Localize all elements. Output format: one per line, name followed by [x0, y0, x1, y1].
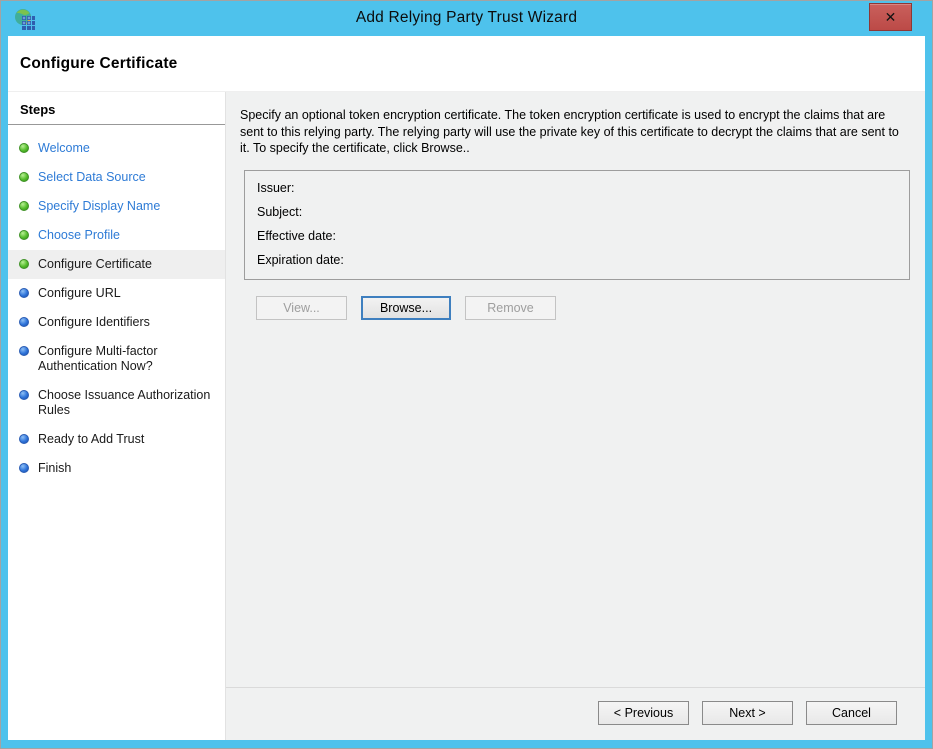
- sidebar-item-configure-url: Configure URL: [8, 279, 225, 308]
- close-icon: ✕: [885, 9, 897, 26]
- certificate-field-effective-date: Effective date:: [257, 224, 899, 248]
- step-upcoming-icon: [19, 434, 29, 444]
- previous-button[interactable]: < Previous: [598, 701, 689, 725]
- wizard-body: Configure Certificate Steps Welcome Sele…: [8, 36, 925, 740]
- titlebar: Add Relying Party Trust Wizard ✕: [1, 1, 932, 36]
- step-label: Configure URL: [38, 286, 121, 301]
- next-button[interactable]: Next >: [702, 701, 793, 725]
- step-upcoming-icon: [19, 346, 29, 356]
- steps-list: Welcome Select Data Source Specify Displ…: [8, 125, 225, 483]
- steps-sidebar: Steps Welcome Select Data Source Specify…: [8, 92, 226, 740]
- step-label: Ready to Add Trust: [38, 432, 144, 447]
- step-completed-icon: [19, 201, 29, 211]
- steps-heading: Steps: [8, 92, 225, 125]
- sidebar-item-configure-mfa: Configure Multi-factor Authentication No…: [8, 337, 225, 381]
- field-label: Issuer:: [257, 181, 295, 195]
- step-label: Specify Display Name: [38, 199, 160, 214]
- browse-button[interactable]: Browse...: [361, 296, 451, 320]
- field-label: Expiration date:: [257, 253, 344, 267]
- field-label: Effective date:: [257, 229, 336, 243]
- content-pane: Specify an optional token encryption cer…: [226, 92, 925, 740]
- wizard-navigation: < Previous Next > Cancel: [226, 688, 925, 740]
- sidebar-item-specify-display-name[interactable]: Specify Display Name: [8, 192, 225, 221]
- close-button[interactable]: ✕: [869, 3, 912, 31]
- sidebar-item-welcome[interactable]: Welcome: [8, 134, 225, 163]
- step-label: Select Data Source: [38, 170, 146, 185]
- step-label: Welcome: [38, 141, 90, 156]
- page-title: Configure Certificate: [20, 55, 178, 73]
- certificate-details-box: Issuer: Subject: Effective date: Expirat…: [244, 170, 910, 280]
- step-label: Configure Identifiers: [38, 315, 150, 330]
- cancel-button[interactable]: Cancel: [806, 701, 897, 725]
- empty-space: [226, 320, 925, 688]
- sidebar-item-finish: Finish: [8, 454, 225, 483]
- step-label: Configure Multi-factor Authentication No…: [38, 344, 217, 374]
- instruction-text: Specify an optional token encryption cer…: [240, 107, 900, 157]
- step-completed-icon: [19, 259, 29, 269]
- sidebar-item-configure-certificate[interactable]: Configure Certificate: [8, 250, 225, 279]
- sidebar-item-choose-profile[interactable]: Choose Profile: [8, 221, 225, 250]
- window-title: Add Relying Party Trust Wizard: [1, 9, 932, 27]
- step-upcoming-icon: [19, 317, 29, 327]
- step-completed-icon: [19, 172, 29, 182]
- remove-button: Remove: [465, 296, 556, 320]
- page-header: Configure Certificate: [8, 36, 925, 92]
- sidebar-item-select-data-source[interactable]: Select Data Source: [8, 163, 225, 192]
- main-area: Steps Welcome Select Data Source Specify…: [8, 92, 925, 740]
- step-label: Choose Profile: [38, 228, 120, 243]
- step-completed-icon: [19, 143, 29, 153]
- step-label: Finish: [38, 461, 71, 476]
- sidebar-item-configure-identifiers: Configure Identifiers: [8, 308, 225, 337]
- view-button: View...: [256, 296, 347, 320]
- wizard-window: Add Relying Party Trust Wizard ✕ Configu…: [0, 0, 933, 749]
- step-label: Configure Certificate: [38, 257, 152, 272]
- step-label: Choose Issuance Authorization Rules: [38, 388, 217, 418]
- certificate-field-subject: Subject:: [257, 200, 899, 224]
- step-upcoming-icon: [19, 288, 29, 298]
- certificate-field-expiration-date: Expiration date:: [257, 248, 899, 272]
- sidebar-item-ready-to-add-trust: Ready to Add Trust: [8, 425, 225, 454]
- sidebar-item-choose-issuance-rules: Choose Issuance Authorization Rules: [8, 381, 225, 425]
- field-label: Subject:: [257, 205, 302, 219]
- step-completed-icon: [19, 230, 29, 240]
- step-upcoming-icon: [19, 390, 29, 400]
- certificate-actions: View... Browse... Remove: [256, 296, 925, 320]
- certificate-field-issuer: Issuer:: [257, 176, 899, 200]
- step-upcoming-icon: [19, 463, 29, 473]
